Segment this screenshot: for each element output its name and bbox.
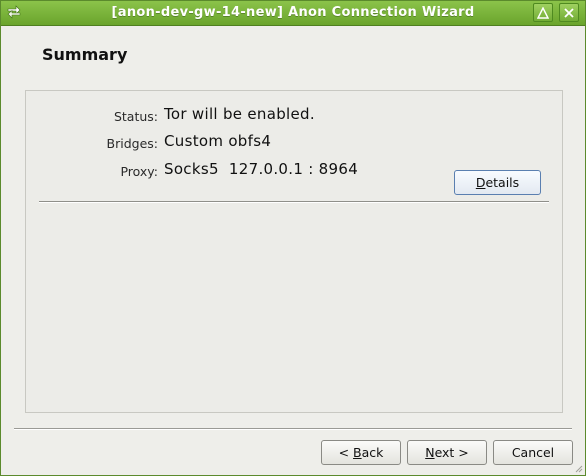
status-row: Status: Tor will be enabled.: [26, 105, 526, 125]
status-label: Status:: [113, 109, 158, 124]
details-mnemonic: D: [475, 175, 486, 190]
back-mnemonic: B: [353, 445, 362, 460]
cancel-label: Cancel: [511, 445, 555, 460]
details-label: etails: [485, 175, 520, 190]
proxy-label: Proxy:: [120, 164, 158, 179]
resize-grip-icon[interactable]: [573, 463, 583, 473]
proxy-value: Socks5 127.0.0.1 : 8964: [164, 160, 359, 178]
page-title: Summary: [42, 45, 128, 64]
footer-divider: [14, 428, 572, 430]
close-button[interactable]: [559, 3, 579, 22]
status-value: Tor will be enabled.: [164, 105, 315, 123]
next-label: ext >: [434, 445, 469, 460]
bridges-label: Bridges:: [106, 136, 158, 151]
maximize-icon: [537, 7, 549, 19]
wizard-window: [anon-dev-gw-14-new] Anon Connection Wiz…: [0, 0, 586, 476]
close-icon: [564, 8, 574, 18]
window-title: [anon-dev-gw-14-new] Anon Connection Wiz…: [111, 5, 475, 20]
title-bar[interactable]: [anon-dev-gw-14-new] Anon Connection Wiz…: [1, 1, 585, 26]
summary-panel: Status: Tor will be enabled. Bridges: Cu…: [25, 90, 563, 413]
proxy-row: Proxy: Socks5 127.0.0.1 : 8964: [26, 160, 526, 180]
panel-divider: [39, 201, 549, 203]
bridges-value: Custom obfs4: [164, 132, 272, 150]
details-button[interactable]: Details: [454, 170, 541, 195]
back-button[interactable]: < Back: [321, 440, 401, 465]
back-prefix: <: [338, 445, 354, 460]
back-label: ack: [361, 445, 384, 460]
next-button[interactable]: Next >: [407, 440, 487, 465]
cancel-button[interactable]: Cancel: [493, 440, 573, 465]
bridges-row: Bridges: Custom obfs4: [26, 132, 526, 152]
maximize-button[interactable]: [533, 3, 553, 22]
next-mnemonic: N: [425, 445, 435, 460]
